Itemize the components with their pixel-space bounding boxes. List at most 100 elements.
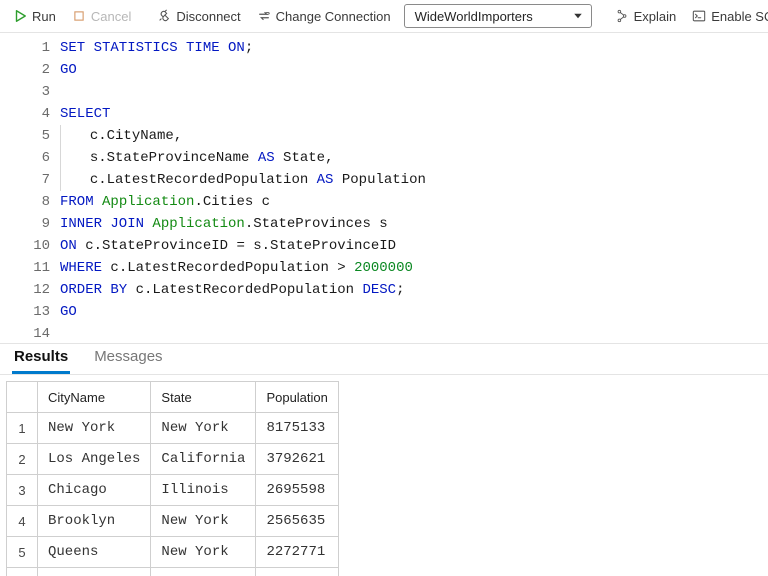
grid-cell[interactable]: 8175133 xyxy=(256,413,338,444)
line-number: 9 xyxy=(0,213,50,235)
cancel-button[interactable]: Cancel xyxy=(65,6,138,27)
code-token: ; xyxy=(396,282,404,298)
code-line[interactable]: s.StateProvinceName AS State, xyxy=(60,147,768,169)
code-line[interactable]: ORDER BY c.LatestRecordedPopulation DESC… xyxy=(60,279,768,301)
code-line[interactable] xyxy=(60,323,768,343)
change-connection-label: Change Connection xyxy=(276,9,391,24)
row-header[interactable]: 6 xyxy=(7,568,38,576)
row-header[interactable]: 3 xyxy=(7,475,38,506)
row-header[interactable]: 4 xyxy=(7,506,38,537)
sql-editor[interactable]: 1234567891011121314 SET STATISTICS TIME … xyxy=(0,33,768,343)
grid-cell[interactable]: New York xyxy=(151,537,256,568)
table-row[interactable]: 5QueensNew York2272771 xyxy=(7,537,339,568)
enable-sqlcmd-button[interactable]: Enable SQLCMD xyxy=(685,6,768,27)
grid-cell[interactable]: 2695598 xyxy=(256,475,338,506)
line-number: 5 xyxy=(0,125,50,147)
sqlcmd-icon xyxy=(692,9,706,23)
code-line[interactable]: ON c.StateProvinceID = s.StateProvinceID xyxy=(60,235,768,257)
grid-cell[interactable]: Illinois xyxy=(151,475,256,506)
code-token: ON xyxy=(60,238,77,254)
table-row[interactable]: 2Los AngelesCalifornia3792621 xyxy=(7,444,339,475)
code-token: FROM xyxy=(60,194,94,210)
explain-button[interactable]: Explain xyxy=(608,6,684,27)
grid-cell[interactable]: New York xyxy=(38,413,151,444)
explain-label: Explain xyxy=(634,9,677,24)
line-number: 2 xyxy=(0,59,50,81)
grid-cell[interactable]: Brooklyn xyxy=(38,506,151,537)
grid-cell[interactable]: 2099451 xyxy=(256,568,338,576)
table-header-row: CityNameStatePopulation xyxy=(7,382,339,413)
row-header[interactable]: 1 xyxy=(7,413,38,444)
chevron-down-icon xyxy=(571,9,585,23)
column-header[interactable]: State xyxy=(151,382,256,413)
grid-cell[interactable]: Chicago xyxy=(38,475,151,506)
table-row[interactable]: 3ChicagoIllinois2695598 xyxy=(7,475,339,506)
code-token: c.LatestRecordedPopulation xyxy=(90,172,317,188)
code-token: .StateProvinces s xyxy=(245,216,388,232)
code-token: AS xyxy=(317,172,334,188)
line-number: 14 xyxy=(0,323,50,343)
code-line[interactable]: WHERE c.LatestRecordedPopulation > 20000… xyxy=(60,257,768,279)
connection-dropdown[interactable]: WideWorldImporters xyxy=(404,4,592,28)
table-row[interactable]: 6HoustonTexas2099451 xyxy=(7,568,339,576)
grid-corner xyxy=(7,382,38,413)
row-header[interactable]: 5 xyxy=(7,537,38,568)
code-token: .Cities c xyxy=(194,194,270,210)
disconnect-label: Disconnect xyxy=(176,9,240,24)
grid-cell[interactable]: 3792621 xyxy=(256,444,338,475)
code-line[interactable]: SET STATISTICS TIME ON; xyxy=(60,37,768,59)
line-number: 10 xyxy=(0,235,50,257)
code-area[interactable]: SET STATISTICS TIME ON;GOSELECT c.CityNa… xyxy=(60,33,768,343)
code-token: DESC xyxy=(362,282,396,298)
run-button[interactable]: Run xyxy=(6,6,63,27)
grid-cell[interactable]: Texas xyxy=(151,568,256,576)
row-header[interactable]: 2 xyxy=(7,444,38,475)
disconnect-button[interactable]: Disconnect xyxy=(150,6,247,27)
column-header[interactable]: Population xyxy=(256,382,338,413)
code-token xyxy=(94,194,102,210)
code-token: Application xyxy=(152,216,244,232)
run-label: Run xyxy=(32,9,56,24)
code-token: State, xyxy=(275,150,334,166)
tab-results[interactable]: Results xyxy=(12,345,70,374)
column-header[interactable]: CityName xyxy=(38,382,151,413)
connection-selected: WideWorldImporters xyxy=(415,9,533,24)
change-connection-button[interactable]: Change Connection xyxy=(250,6,398,27)
code-token: WHERE xyxy=(60,260,102,276)
code-token: INNER JOIN xyxy=(60,216,144,232)
code-line[interactable]: c.CityName, xyxy=(60,125,768,147)
grid-cell[interactable]: New York xyxy=(151,413,256,444)
line-number: 8 xyxy=(0,191,50,213)
grid-cell[interactable]: 2565635 xyxy=(256,506,338,537)
code-line[interactable]: FROM Application.Cities c xyxy=(60,191,768,213)
tab-messages[interactable]: Messages xyxy=(92,345,164,374)
table-row[interactable]: 4BrooklynNew York2565635 xyxy=(7,506,339,537)
code-line[interactable]: INNER JOIN Application.StateProvinces s xyxy=(60,213,768,235)
table-row[interactable]: 1New YorkNew York8175133 xyxy=(7,413,339,444)
grid-cell[interactable]: 2272771 xyxy=(256,537,338,568)
line-number: 7 xyxy=(0,169,50,191)
code-line[interactable]: SELECT xyxy=(60,103,768,125)
line-number: 13 xyxy=(0,301,50,323)
code-line[interactable]: c.LatestRecordedPopulation AS Population xyxy=(60,169,768,191)
code-token: 2000000 xyxy=(354,260,413,276)
code-token: GO xyxy=(60,304,77,320)
line-number: 12 xyxy=(0,279,50,301)
explain-icon xyxy=(615,9,629,23)
line-number-gutter: 1234567891011121314 xyxy=(0,33,60,343)
grid-cell[interactable]: New York xyxy=(151,506,256,537)
code-line[interactable] xyxy=(60,81,768,103)
code-token: SET STATISTICS TIME ON xyxy=(60,40,245,56)
grid-cell[interactable]: Queens xyxy=(38,537,151,568)
code-token: ; xyxy=(245,40,253,56)
results-grid[interactable]: CityNameStatePopulation1New YorkNew York… xyxy=(6,381,339,576)
code-token: Application xyxy=(102,194,194,210)
code-line[interactable]: GO xyxy=(60,301,768,323)
line-number: 3 xyxy=(0,81,50,103)
disconnect-icon xyxy=(157,9,171,23)
grid-cell[interactable]: Los Angeles xyxy=(38,444,151,475)
stop-icon xyxy=(72,9,86,23)
grid-cell[interactable]: California xyxy=(151,444,256,475)
code-line[interactable]: GO xyxy=(60,59,768,81)
grid-cell[interactable]: Houston xyxy=(38,568,151,576)
